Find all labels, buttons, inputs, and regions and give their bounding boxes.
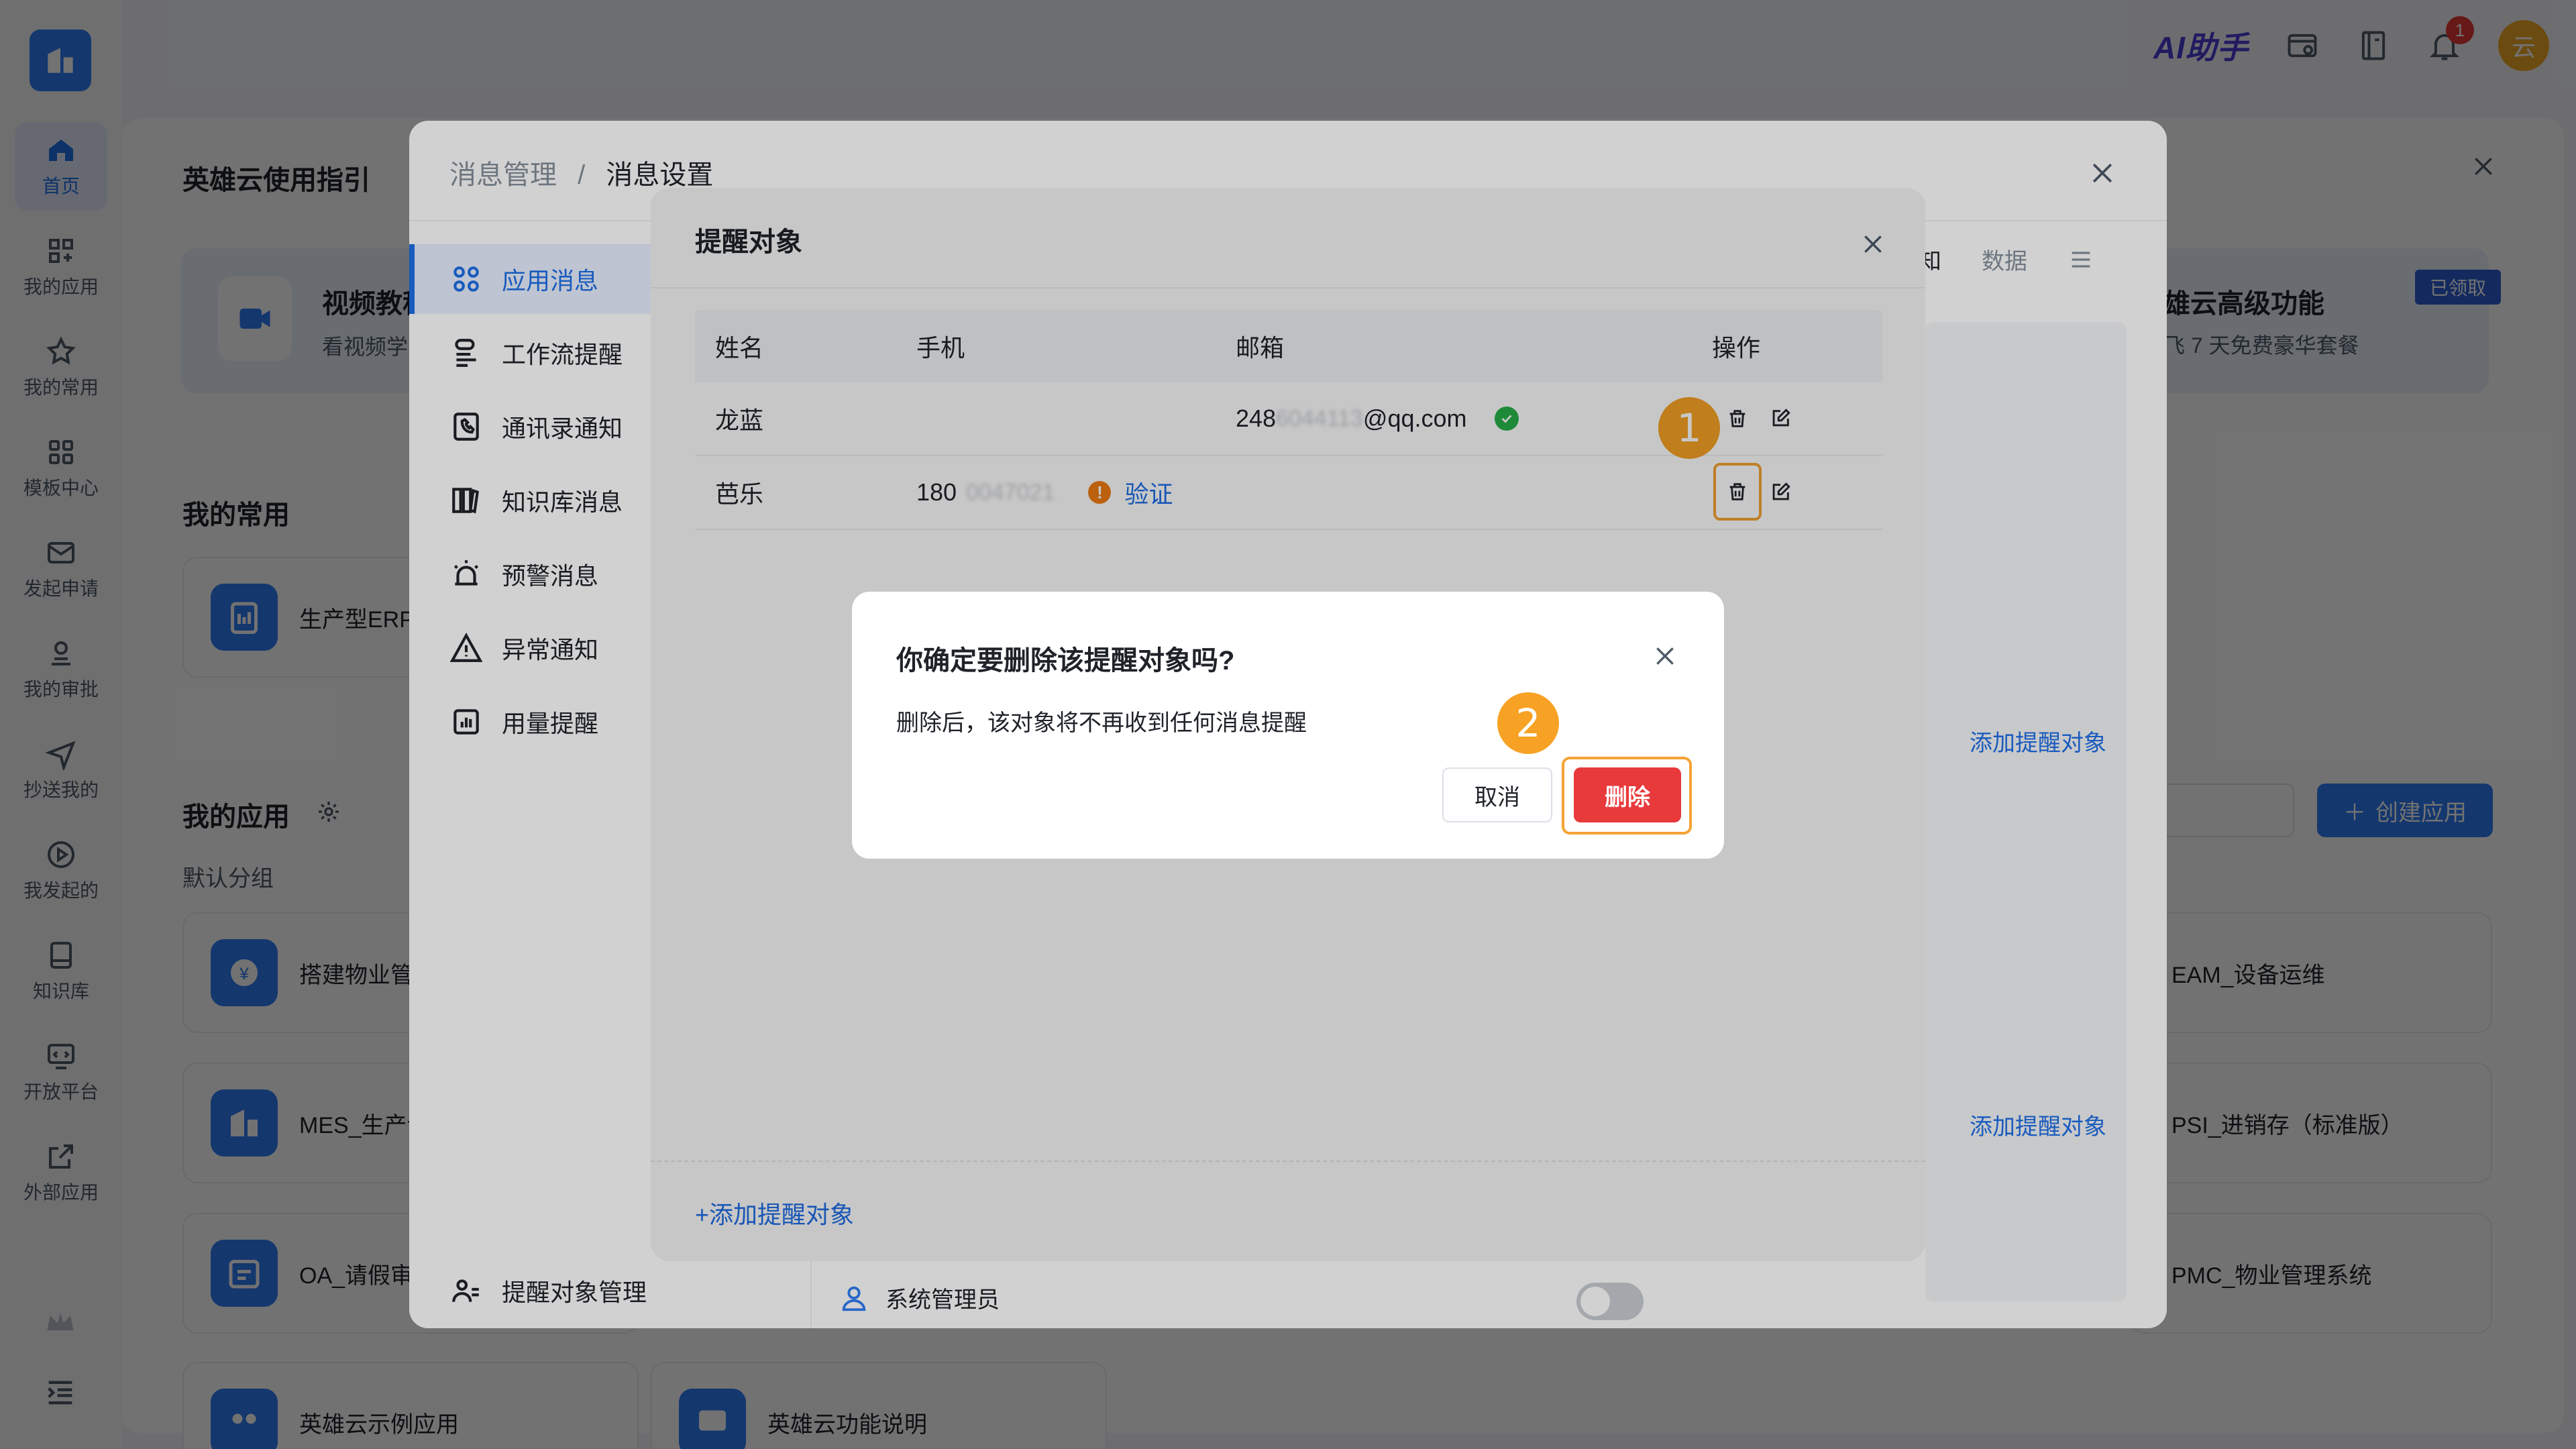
step-marker-2: 2: [1497, 692, 1559, 754]
cancel-button[interactable]: 取消: [1442, 767, 1552, 822]
confirm-body: 删除后，该对象将不再收到任何消息提醒: [896, 710, 1307, 736]
confirm-delete-button[interactable]: 删除: [1574, 767, 1681, 822]
close-icon[interactable]: [1652, 643, 1678, 669]
confirm-title: 你确定要删除该提醒对象吗?: [896, 646, 1235, 676]
delete-confirm-dialog: 你确定要删除该提醒对象吗? 删除后，该对象将不再收到任何消息提醒 取消 删除: [852, 592, 1724, 859]
